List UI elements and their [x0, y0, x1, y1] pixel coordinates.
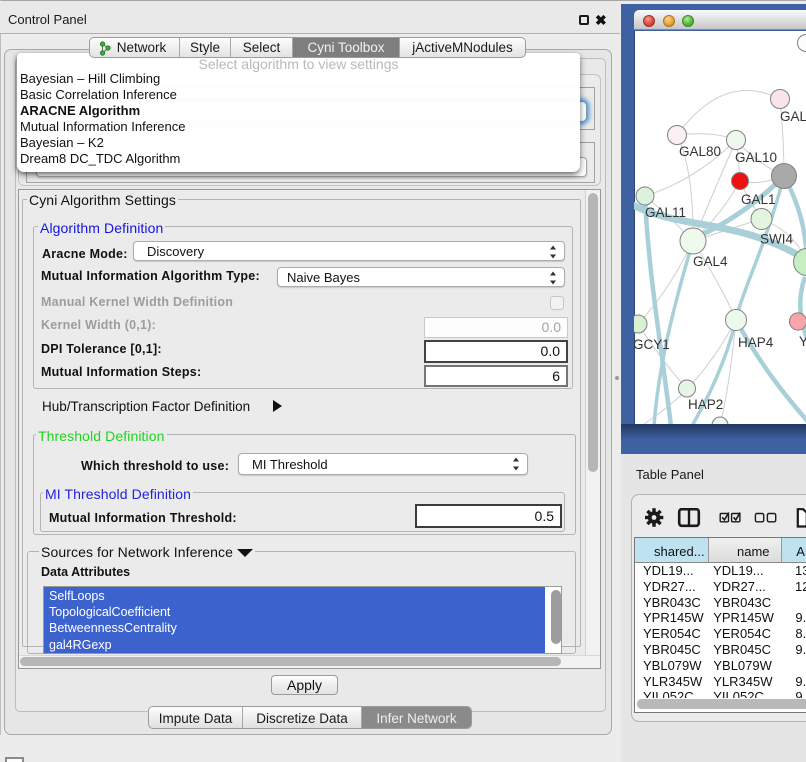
- svg-text:GCY1: GCY1: [634, 337, 670, 352]
- svg-text:GAL: GAL: [780, 109, 806, 124]
- svg-text:SWI4: SWI4: [760, 232, 793, 247]
- svg-text:Y: Y: [799, 334, 806, 349]
- svg-text:GAL1: GAL1: [741, 192, 776, 207]
- svg-text:HAP4: HAP4: [738, 335, 774, 350]
- svg-text:GAL4: GAL4: [693, 254, 728, 269]
- svg-text:GAL80: GAL80: [679, 144, 721, 159]
- svg-text:GAL10: GAL10: [735, 150, 777, 165]
- svg-text:HAP2: HAP2: [688, 397, 723, 412]
- svg-text:GAL11: GAL11: [645, 205, 686, 220]
